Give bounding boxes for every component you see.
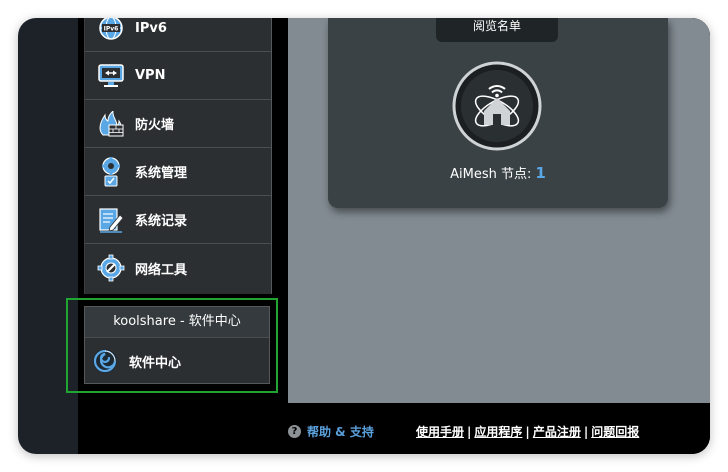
footer: ? 帮助 & 支持 使用手册 | 应用程序 | 产品注册 | 问题回报 xyxy=(288,403,710,454)
view-list-button[interactable]: 阅览名单 xyxy=(436,18,558,42)
sidebar-item-network-tools[interactable]: 网络工具 xyxy=(85,244,271,292)
router-admin-page: IPv6 IPv6 VPN 防火墙 系统管理 系统记录 网络工具 koolsha… xyxy=(66,18,710,454)
sidebar-item-vpn[interactable]: VPN xyxy=(85,52,271,100)
product-registration-link[interactable]: 产品注册 xyxy=(533,425,581,439)
link-separator: | xyxy=(583,425,589,439)
firewall-icon xyxy=(97,110,125,138)
help-support-label: 帮助 & 支持 xyxy=(307,425,374,439)
network-tools-icon xyxy=(97,254,125,282)
system-log-icon xyxy=(97,206,125,234)
sidebar-item-label: VPN xyxy=(135,68,166,83)
svg-text:IPv6: IPv6 xyxy=(104,26,119,33)
sidebar-item-label: 防火墙 xyxy=(135,118,175,133)
sidebar-item-label: IPv6 xyxy=(135,20,167,36)
sidebar-item-label: 系统管理 xyxy=(135,166,188,181)
apps-link[interactable]: 应用程序 xyxy=(474,425,522,439)
main-content: 阅览名单 AiMesh 节点: 1 xyxy=(288,18,710,403)
help-support-link[interactable]: ? 帮助 & 支持 xyxy=(288,423,374,440)
sidebar-menu: IPv6 IPv6 VPN 防火墙 系统管理 系统记录 网络工具 xyxy=(84,18,272,294)
link-separator: | xyxy=(525,425,530,439)
sidebar-item-ipv6[interactable]: IPv6 IPv6 xyxy=(85,18,271,52)
sidebar-item-system-log[interactable]: 系统记录 xyxy=(85,196,271,244)
aimesh-node-label: AiMesh 节点: xyxy=(450,167,532,182)
highlight-box xyxy=(66,298,278,393)
aimesh-node-count[interactable]: 1 xyxy=(535,164,545,182)
vpn-monitor-icon xyxy=(97,62,125,90)
feedback-link[interactable]: 问题回报 xyxy=(591,425,639,439)
app-window: IPv6 IPv6 VPN 防火墙 系统管理 系统记录 网络工具 koolsha… xyxy=(18,18,710,454)
aimesh-card: 阅览名单 AiMesh 节点: 1 xyxy=(328,18,668,208)
footer-links: 使用手册 | 应用程序 | 产品注册 | 问题回报 xyxy=(416,423,639,440)
sidebar-item-system-admin[interactable]: 系统管理 xyxy=(85,148,271,196)
manual-link[interactable]: 使用手册 xyxy=(416,425,464,439)
aimesh-node-status: AiMesh 节点: 1 xyxy=(328,163,668,182)
system-admin-gear-icon xyxy=(97,156,125,186)
link-separator: | xyxy=(467,425,472,439)
aimesh-node-icon[interactable] xyxy=(452,61,542,151)
sidebar-item-label: 系统记录 xyxy=(135,214,188,229)
ipv6-globe-icon: IPv6 xyxy=(97,18,125,42)
sidebar-item-label: 网络工具 xyxy=(135,262,188,278)
sidebar-item-firewall[interactable]: 防火墙 xyxy=(85,100,271,148)
help-icon: ? xyxy=(288,425,301,438)
